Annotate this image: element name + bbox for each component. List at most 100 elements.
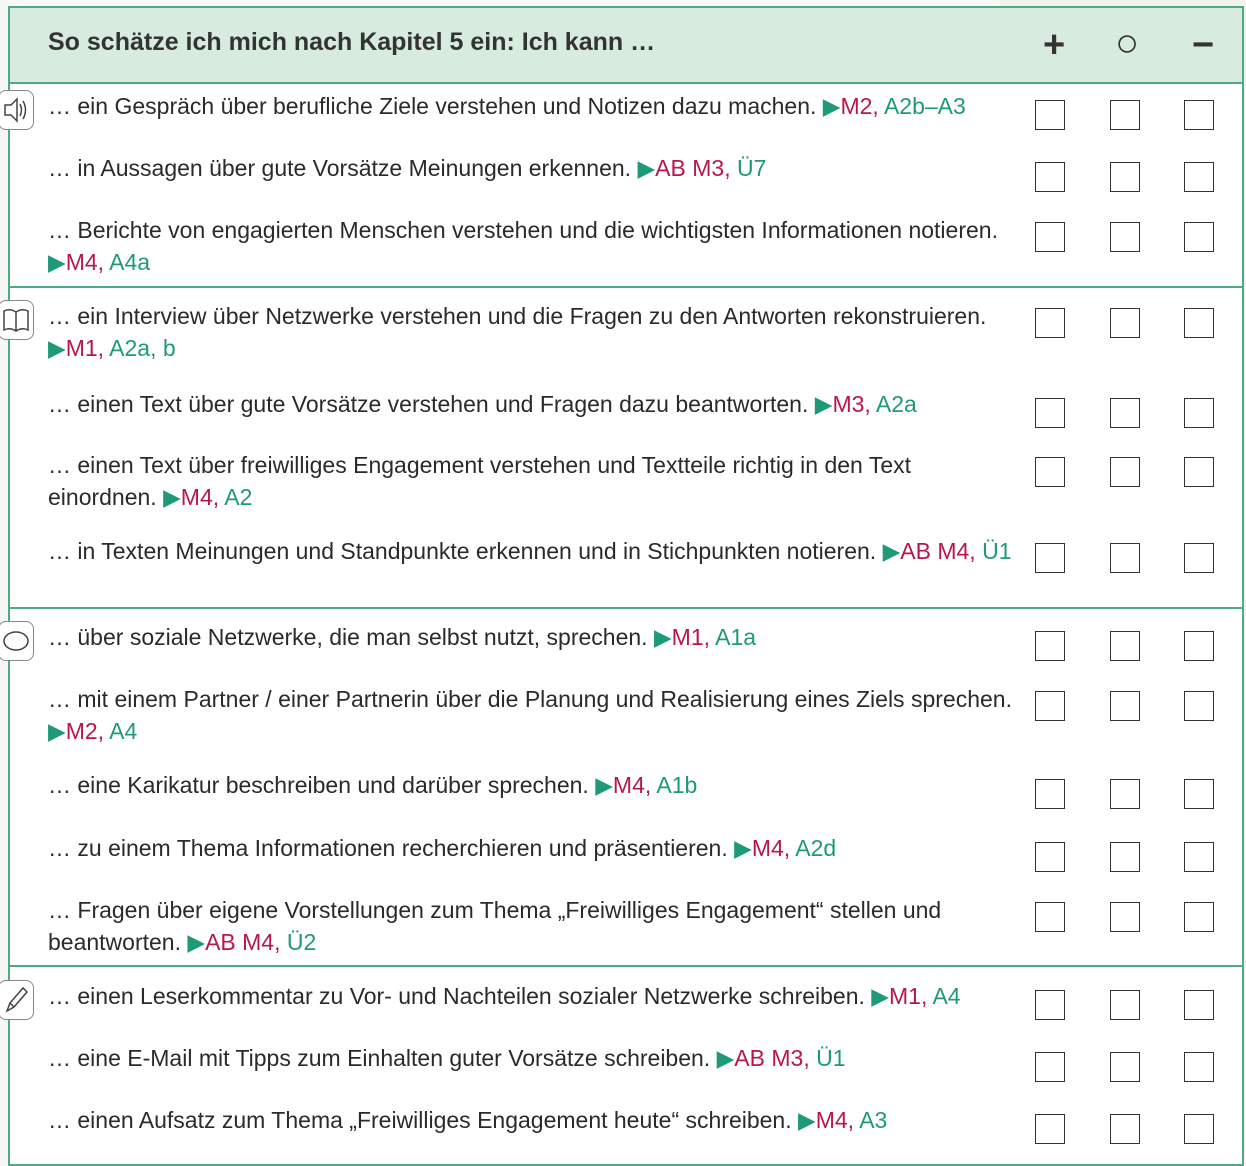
exercise-reference: A1b: [656, 772, 698, 798]
statement-text: … in Aussagen über gute Vorsätze Meinung…: [48, 155, 638, 181]
statement-text: … ein Gespräch über berufliche Ziele ver…: [48, 93, 823, 119]
can-do-statement: … ein Interview über Netzwerke verstehen…: [48, 300, 1023, 364]
checkbox-minus[interactable]: [1184, 779, 1214, 809]
checkbox-plus[interactable]: [1035, 100, 1065, 130]
self-assessment-panel: So schätze ich mich nach Kapitel 5 ein: …: [0, 6, 1244, 1166]
page-title: So schätze ich mich nach Kapitel 5 ein: …: [48, 28, 656, 56]
checkbox-plus[interactable]: [1035, 691, 1065, 721]
reference-arrow-icon: ▶: [48, 249, 66, 275]
checkbox-plus[interactable]: [1035, 222, 1065, 252]
checkbox-circle[interactable]: [1110, 990, 1140, 1020]
checkbox-circle[interactable]: [1110, 631, 1140, 661]
checkbox-circle[interactable]: [1110, 100, 1140, 130]
reference-arrow-icon: ▶: [871, 983, 889, 1009]
module-reference: M4,: [815, 1107, 860, 1133]
checkbox-minus[interactable]: [1184, 631, 1214, 661]
checkbox-minus[interactable]: [1184, 457, 1214, 487]
module-reference: AB M3,: [734, 1045, 817, 1071]
can-do-statement: … zu einem Thema Informationen recherchi…: [48, 832, 1023, 864]
checkbox-plus[interactable]: [1035, 543, 1065, 573]
checkbox-circle[interactable]: [1110, 902, 1140, 932]
checkbox-circle[interactable]: [1110, 842, 1140, 872]
checkbox-plus[interactable]: [1035, 631, 1065, 661]
reference-arrow-icon: ▶: [882, 538, 901, 564]
checkbox-plus[interactable]: [1035, 779, 1065, 809]
statement-text: … zu einem Thema Informationen recherchi…: [48, 835, 735, 861]
checkbox-minus[interactable]: [1184, 398, 1214, 428]
statement-text: … mit einem Partner / einer Partnerin üb…: [48, 686, 1012, 712]
checkbox-minus[interactable]: [1184, 1052, 1214, 1082]
checkbox-plus[interactable]: [1035, 398, 1065, 428]
exercise-reference: Ü1: [816, 1045, 846, 1071]
module-reference: AB M4,: [205, 929, 287, 955]
checkbox-plus[interactable]: [1035, 1114, 1065, 1144]
checkbox-minus[interactable]: [1184, 902, 1214, 932]
module-reference: M2,: [65, 718, 110, 744]
module-reference: M1,: [65, 335, 110, 361]
exercise-reference: A1a: [715, 624, 757, 650]
checkbox-circle[interactable]: [1110, 543, 1140, 573]
checkbox-plus[interactable]: [1035, 457, 1065, 487]
checkbox-minus[interactable]: [1184, 1114, 1214, 1144]
checkbox-minus[interactable]: [1184, 100, 1214, 130]
checkbox-plus[interactable]: [1035, 162, 1065, 192]
reference-arrow-icon: ▶: [716, 1045, 735, 1071]
module-reference: M1,: [889, 983, 933, 1009]
exercise-reference: A4: [109, 718, 138, 744]
checkbox-plus[interactable]: [1035, 308, 1065, 338]
speaker-icon: [0, 90, 34, 130]
can-do-statement: … einen Text über freiwilliges Engagemen…: [48, 449, 1023, 513]
checkbox-minus[interactable]: [1184, 222, 1214, 252]
checkbox-plus[interactable]: [1035, 1052, 1065, 1082]
can-do-statement: … in Aussagen über gute Vorsätze Meinung…: [48, 152, 1023, 184]
statement-text: … eine E-Mail mit Tipps zum Einhalten gu…: [48, 1045, 717, 1071]
reference-arrow-icon: ▶: [734, 835, 752, 861]
checkbox-circle[interactable]: [1110, 779, 1140, 809]
checkbox-circle[interactable]: [1110, 1052, 1140, 1082]
exercise-reference: A2a: [875, 391, 917, 417]
checkbox-circle[interactable]: [1110, 222, 1140, 252]
checkbox-circle[interactable]: [1110, 691, 1140, 721]
checkbox-minus[interactable]: [1184, 691, 1214, 721]
exercise-reference: A3: [859, 1107, 888, 1133]
statement-text: … einen Aufsatz zum Thema „Freiwilliges …: [48, 1107, 799, 1133]
checkbox-minus[interactable]: [1184, 308, 1214, 338]
exercise-reference: Ü7: [736, 155, 767, 181]
checkbox-minus[interactable]: [1184, 842, 1214, 872]
circle-icon: ○: [1115, 21, 1140, 65]
module-reference: AB M3,: [655, 155, 737, 181]
reference-arrow-icon: ▶: [48, 718, 66, 744]
reference-arrow-icon: ▶: [48, 335, 66, 361]
statement-text: … Fragen über eigene Vorstellungen zum T…: [48, 897, 942, 955]
checkbox-circle[interactable]: [1110, 398, 1140, 428]
speech-bubble-icon: [0, 621, 34, 661]
checkbox-minus[interactable]: [1184, 162, 1214, 192]
module-reference: M4,: [65, 249, 110, 275]
checkbox-circle[interactable]: [1110, 457, 1140, 487]
exercise-reference: Ü2: [286, 929, 317, 955]
exercise-reference: A4: [932, 983, 961, 1009]
checkbox-circle[interactable]: [1110, 1114, 1140, 1144]
checkbox-circle[interactable]: [1110, 162, 1140, 192]
module-reference: AB M4,: [900, 538, 983, 564]
checkbox-plus[interactable]: [1035, 842, 1065, 872]
statement-text: … Berichte von engagierten Menschen vers…: [48, 217, 998, 243]
checkbox-minus[interactable]: [1184, 543, 1214, 573]
can-do-statement: … eine E-Mail mit Tipps zum Einhalten gu…: [48, 1042, 1023, 1074]
statement-text: … eine Karikatur beschreiben und darüber…: [48, 772, 596, 798]
checkbox-plus[interactable]: [1035, 902, 1065, 932]
header: So schätze ich mich nach Kapitel 5 ein: …: [10, 8, 1242, 84]
reference-arrow-icon: ▶: [822, 93, 841, 119]
checkbox-plus[interactable]: [1035, 990, 1065, 1020]
section-divider: [10, 607, 1242, 609]
reference-arrow-icon: ▶: [595, 772, 613, 798]
can-do-statement: … einen Aufsatz zum Thema „Freiwilliges …: [48, 1104, 1023, 1136]
module-reference: M3,: [832, 391, 876, 417]
exercise-reference: A2a, b: [109, 335, 176, 361]
checkbox-circle[interactable]: [1110, 308, 1140, 338]
can-do-statement: … Berichte von engagierten Menschen vers…: [48, 214, 1023, 278]
checkbox-minus[interactable]: [1184, 990, 1214, 1020]
can-do-statement: … ein Gespräch über berufliche Ziele ver…: [48, 90, 1023, 122]
module-reference: M4,: [180, 484, 225, 510]
plus-icon: +: [1043, 24, 1066, 66]
